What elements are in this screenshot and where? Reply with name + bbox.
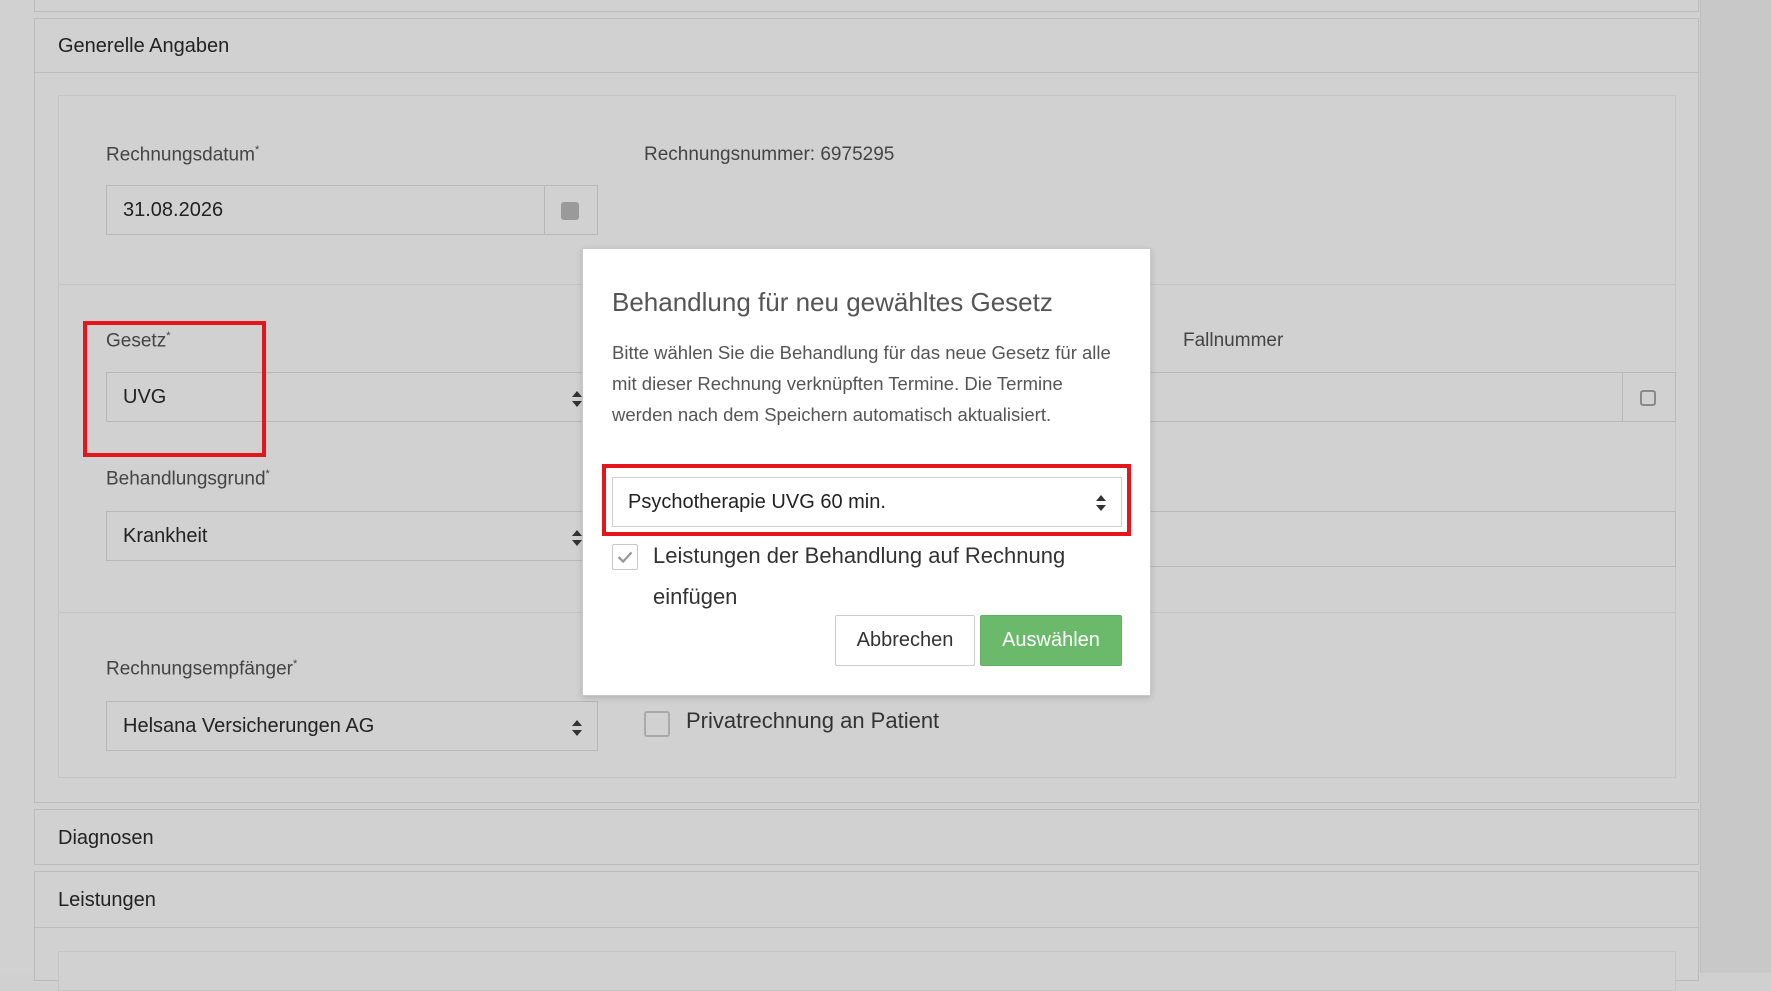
diagnosen-panel-header[interactable]: Diagnosen [35, 810, 1698, 866]
fallnummer-label: Fallnummer [1183, 330, 1284, 351]
diagnosen-panel: Diagnosen [34, 809, 1699, 865]
scrollbar[interactable] [1700, 0, 1771, 973]
rechnungsempfaenger-select[interactable]: Helsana Versicherungen AG [106, 701, 598, 751]
confirm-button[interactable]: Auswählen [980, 615, 1122, 666]
cancel-button[interactable]: Abbrechen [835, 615, 975, 666]
fallnummer-input[interactable] [1150, 372, 1623, 422]
select-arrows-icon [572, 720, 582, 736]
leistungen-checkbox-label: Leistungen der Behandlung auf Rechnung e… [653, 543, 1066, 609]
behandlungsgrund-select-value: Krankheit [123, 525, 208, 547]
privatrechnung-checkbox[interactable] [644, 711, 670, 737]
rechnungsempfaenger-select-value: Helsana Versicherungen AG [123, 715, 375, 737]
checkmark-icon [617, 551, 633, 564]
leistungen-checkbox[interactable] [612, 544, 638, 570]
rechnungsdatum-label: Rechnungsdatum* [106, 144, 260, 166]
gesetz-highlight [83, 321, 266, 457]
behandlungsgrund-select[interactable]: Krankheit [106, 511, 598, 561]
fallnummer-addon[interactable] [1622, 372, 1676, 422]
leistungen-panel-header[interactable]: Leistungen [35, 872, 1698, 928]
modal-description: Bitte wählen Sie die Behandlung für das … [612, 342, 1111, 425]
previous-panel-edge [34, 0, 1699, 12]
modal-title: Behandlung für neu gewähltes Gesetz [612, 287, 1053, 317]
behandlungsgrund-label: Behandlungsgrund* [106, 468, 270, 490]
rechnungsnummer-text: Rechnungsnummer: 6975295 [644, 144, 895, 165]
calendar-button[interactable] [544, 185, 598, 235]
calendar-icon [561, 202, 579, 220]
general-panel-header[interactable]: Generelle Angaben [35, 19, 1698, 73]
rechnungsempfaenger-label: Rechnungsempfänger* [106, 658, 298, 680]
modal-select-highlight [602, 464, 1131, 536]
checkbox-icon [1640, 390, 1656, 406]
privatrechnung-label: Privatrechnung an Patient [686, 708, 940, 733]
leistungen-content-box [58, 951, 1676, 991]
rechnungsdatum-input[interactable]: 31.08.2026 [106, 185, 545, 235]
right-column-input[interactable] [1150, 511, 1676, 567]
